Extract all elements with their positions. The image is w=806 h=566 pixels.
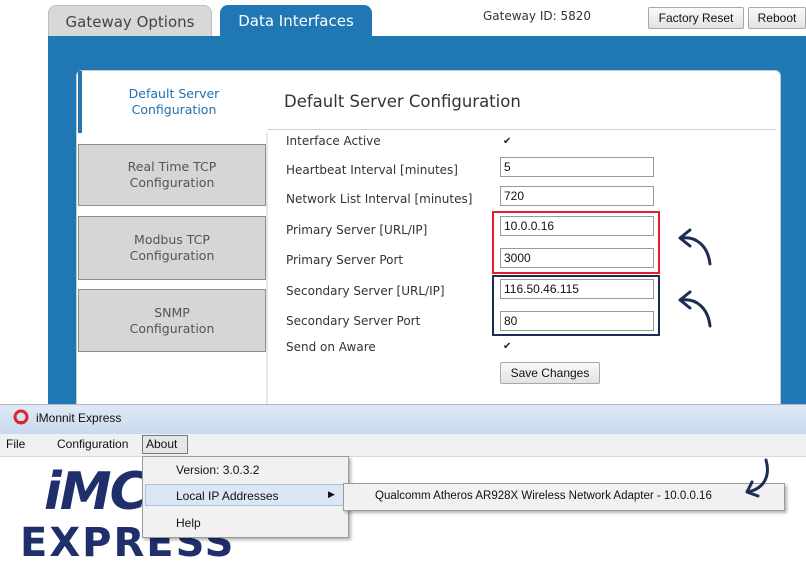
- menu-item-version[interactable]: Version: 3.0.3.2: [176, 463, 259, 477]
- tab-data-interfaces[interactable]: Data Interfaces: [220, 5, 372, 37]
- sidebar-item-snmp[interactable]: SNMP Configuration: [78, 289, 266, 352]
- app-logo-icon: [13, 409, 29, 425]
- sidebar-item-label: Configuration: [129, 175, 215, 190]
- network-list-interval-label: Network List Interval [minutes]: [286, 192, 473, 206]
- factory-reset-button[interactable]: Factory Reset: [648, 7, 744, 29]
- sidebar-item-label: Real Time TCP: [127, 159, 217, 174]
- gateway-id-label: Gateway ID: 5820: [483, 9, 591, 23]
- sidebar-item-modbus-tcp[interactable]: Modbus TCP Configuration: [78, 216, 266, 280]
- sidebar-item-default-server[interactable]: Default Server Configuration: [78, 71, 266, 133]
- menu-item-help[interactable]: Help: [176, 516, 201, 530]
- curved-arrow-icon: [745, 458, 769, 498]
- sidebar-item-label: Configuration: [129, 248, 215, 263]
- sidebar-item-label: Default Server: [128, 86, 220, 101]
- heartbeat-interval-input[interactable]: 5: [500, 157, 654, 177]
- curved-arrow-icon: [678, 290, 712, 328]
- local-ip-entry[interactable]: Qualcomm Atheros AR928X Wireless Network…: [375, 490, 712, 502]
- send-on-aware-checkbox[interactable]: ✔: [503, 342, 513, 352]
- window-title: iMonnit Express: [36, 411, 122, 425]
- submenu-arrow-icon: ▶: [328, 490, 335, 500]
- sidebar-item-label: Configuration: [129, 320, 215, 336]
- menu-file[interactable]: File: [6, 437, 25, 451]
- sidebar-item-label: SNMP: [154, 304, 190, 320]
- sidebar-item-label: Modbus TCP: [134, 232, 210, 247]
- sidebar-divider: [266, 133, 268, 433]
- reboot-button[interactable]: Reboot: [748, 7, 806, 29]
- tab-gateway-options[interactable]: Gateway Options: [48, 5, 212, 37]
- imonnit-logo: iMC: [44, 462, 148, 522]
- primary-server-highlight: [492, 211, 660, 274]
- sidebar-item-label: Configuration: [131, 102, 217, 117]
- title-divider: [268, 129, 776, 130]
- sidebar-item-real-time-tcp[interactable]: Real Time TCP Configuration: [78, 144, 266, 206]
- menu-configuration[interactable]: Configuration: [57, 437, 128, 451]
- save-changes-button[interactable]: Save Changes: [500, 362, 600, 384]
- page-title: Default Server Configuration: [284, 92, 521, 111]
- interface-active-checkbox[interactable]: ✔: [503, 137, 513, 147]
- secondary-server-highlight: [492, 275, 660, 336]
- secondary-server-label: Secondary Server [URL/IP]: [286, 284, 445, 298]
- primary-server-port-label: Primary Server Port: [286, 253, 404, 267]
- menu-about[interactable]: About: [146, 437, 177, 451]
- interface-active-label: Interface Active: [286, 134, 381, 148]
- secondary-server-port-label: Secondary Server Port: [286, 314, 421, 328]
- menu-item-local-ip[interactable]: Local IP Addresses: [176, 489, 279, 503]
- network-list-interval-input[interactable]: 720: [500, 186, 654, 206]
- heartbeat-interval-label: Heartbeat Interval [minutes]: [286, 163, 458, 177]
- send-on-aware-label: Send on Aware: [286, 340, 376, 354]
- curved-arrow-icon: [678, 228, 712, 266]
- primary-server-label: Primary Server [URL/IP]: [286, 223, 428, 237]
